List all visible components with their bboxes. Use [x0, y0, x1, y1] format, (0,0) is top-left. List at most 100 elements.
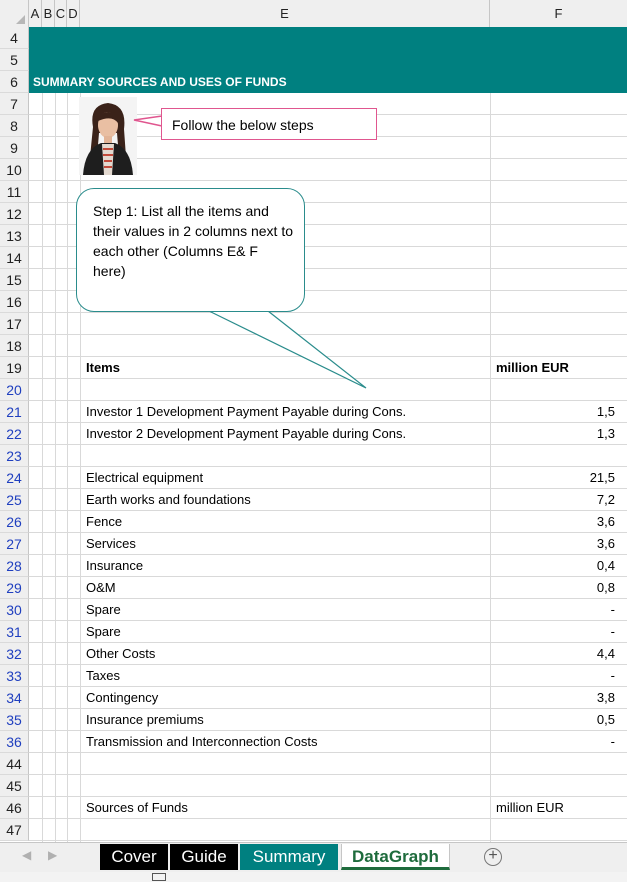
table-row[interactable]: Electrical equipment 21,5 — [29, 467, 627, 489]
row-header[interactable]: 46 — [0, 797, 29, 819]
row-header[interactable]: 27 — [0, 533, 29, 555]
banner-row: SUMMARY SOURCES AND USES OF FUNDS — [29, 71, 627, 93]
item-value: 3,8 — [596, 690, 615, 705]
table-row[interactable]: Investor 2 Development Payment Payable d… — [29, 423, 627, 445]
row-header[interactable]: 23 — [0, 445, 29, 467]
table-row[interactable]: Investor 1 Development Payment Payable d… — [29, 401, 627, 423]
row-header[interactable]: 4 — [0, 27, 29, 49]
table-row[interactable]: Spare - — [29, 621, 627, 643]
row-header[interactable]: 9 — [0, 137, 29, 159]
item-label: Contingency — [86, 690, 159, 705]
row-header[interactable]: 15 — [0, 269, 29, 291]
item-label: O&M — [86, 580, 116, 595]
table-row[interactable]: Earth works and foundations 7,2 — [29, 489, 627, 511]
table-row[interactable]: Taxes - — [29, 665, 627, 687]
item-label: Transmission and Interconnection Costs — [86, 734, 318, 749]
row-header[interactable]: 8 — [0, 115, 29, 137]
row-header[interactable]: 22 — [0, 423, 29, 445]
item-value: 0,8 — [596, 580, 615, 595]
column-header-bar: A B C D E F — [0, 0, 627, 28]
item-value: 3,6 — [596, 536, 615, 551]
intro-callout-text: Follow the below steps — [172, 117, 314, 133]
row-header[interactable]: 11 — [0, 181, 29, 203]
column-header-f[interactable]: F — [490, 0, 627, 27]
column-header-c[interactable]: C — [55, 0, 67, 27]
row-header[interactable]: 24 — [0, 467, 29, 489]
status-bar — [0, 872, 627, 882]
row-header[interactable]: 35 — [0, 709, 29, 731]
table-header-row[interactable]: Items million EUR — [29, 357, 627, 379]
row-header[interactable]: 20 — [0, 379, 29, 401]
row-header[interactable]: 33 — [0, 665, 29, 687]
row-header[interactable]: 6 — [0, 71, 29, 93]
sources-unit: million EUR — [496, 800, 564, 815]
row-header[interactable]: 28 — [0, 555, 29, 577]
item-label: Spare — [86, 602, 121, 617]
table-row[interactable]: Transmission and Interconnection Costs - — [29, 731, 627, 753]
table-row[interactable]: Insurance 0,4 — [29, 555, 627, 577]
table-row[interactable]: Services 3,6 — [29, 533, 627, 555]
item-value: 1,3 — [596, 426, 615, 441]
presenter-avatar[interactable] — [79, 97, 137, 175]
row-header[interactable]: 47 — [0, 819, 29, 841]
row-header[interactable]: 25 — [0, 489, 29, 511]
row-header[interactable]: 7 — [0, 93, 29, 115]
table-row[interactable]: Other Costs 4,4 — [29, 643, 627, 665]
row-header[interactable]: 21 — [0, 401, 29, 423]
row-header[interactable]: 30 — [0, 599, 29, 621]
select-all-corner[interactable] — [0, 0, 29, 27]
column-header-b[interactable]: B — [42, 0, 55, 27]
row-header[interactable]: 14 — [0, 247, 29, 269]
scroll-right-icon[interactable]: ▶ — [48, 848, 57, 862]
sheet-tab-bar: ◀ ▶ Cover Guide Summary DataGraph + — [0, 842, 627, 872]
scroll-left-icon[interactable]: ◀ — [22, 848, 31, 862]
item-value: 0,5 — [596, 712, 615, 727]
item-value: 7,2 — [596, 492, 615, 507]
row-header[interactable]: 16 — [0, 291, 29, 313]
row-header[interactable]: 34 — [0, 687, 29, 709]
row-header[interactable]: 29 — [0, 577, 29, 599]
unit-header: million EUR — [496, 360, 569, 375]
step1-callout-text: Step 1: List all the items and their val… — [93, 203, 293, 279]
sources-row[interactable]: Sources of Funds million EUR — [29, 797, 627, 819]
tab-guide[interactable]: Guide — [170, 844, 238, 870]
column-header-a[interactable]: A — [29, 0, 42, 27]
row-header[interactable]: 10 — [0, 159, 29, 181]
item-value: - — [610, 624, 615, 639]
item-label: Spare — [86, 624, 121, 639]
page-layout-icon[interactable] — [152, 873, 166, 881]
add-sheet-icon[interactable]: + — [484, 848, 502, 866]
tab-summary[interactable]: Summary — [240, 844, 338, 870]
banner-row — [29, 49, 627, 71]
intro-callout: Follow the below steps — [161, 108, 377, 140]
spreadsheet: A B C D E F 4 5 6 7 8 9 10 11 12 13 14 1… — [0, 0, 627, 842]
table-row[interactable]: Contingency 3,8 — [29, 687, 627, 709]
row-header[interactable]: 44 — [0, 753, 29, 775]
row-header[interactable]: 19 — [0, 357, 29, 379]
table-row[interactable]: O&M 0,8 — [29, 577, 627, 599]
table-row[interactable]: Insurance premiums 0,5 — [29, 709, 627, 731]
row-header[interactable]: 36 — [0, 731, 29, 753]
row-header[interactable]: 32 — [0, 643, 29, 665]
item-label: Services — [86, 536, 136, 551]
row-header[interactable]: 45 — [0, 775, 29, 797]
tab-cover[interactable]: Cover — [100, 844, 168, 870]
row-header[interactable]: 26 — [0, 511, 29, 533]
column-header-e[interactable]: E — [80, 0, 490, 27]
table-row[interactable]: Fence 3,6 — [29, 511, 627, 533]
table-row[interactable]: Spare - — [29, 599, 627, 621]
row-header[interactable]: 13 — [0, 225, 29, 247]
item-value: - — [610, 734, 615, 749]
tab-datagraph[interactable]: DataGraph — [341, 844, 450, 870]
row-header[interactable]: 5 — [0, 49, 29, 71]
item-label: Insurance — [86, 558, 144, 573]
row-header[interactable]: 18 — [0, 335, 29, 357]
row-header[interactable]: 12 — [0, 203, 29, 225]
row-header[interactable]: 31 — [0, 621, 29, 643]
column-header-d[interactable]: D — [67, 0, 80, 27]
item-label: Electrical equipment — [86, 470, 204, 485]
item-label: Investor 1 Development Payment Payable d… — [86, 404, 407, 419]
banner-title: SUMMARY SOURCES AND USES OF FUNDS — [33, 75, 287, 89]
row-header[interactable]: 17 — [0, 313, 29, 335]
banner-row — [29, 27, 627, 49]
